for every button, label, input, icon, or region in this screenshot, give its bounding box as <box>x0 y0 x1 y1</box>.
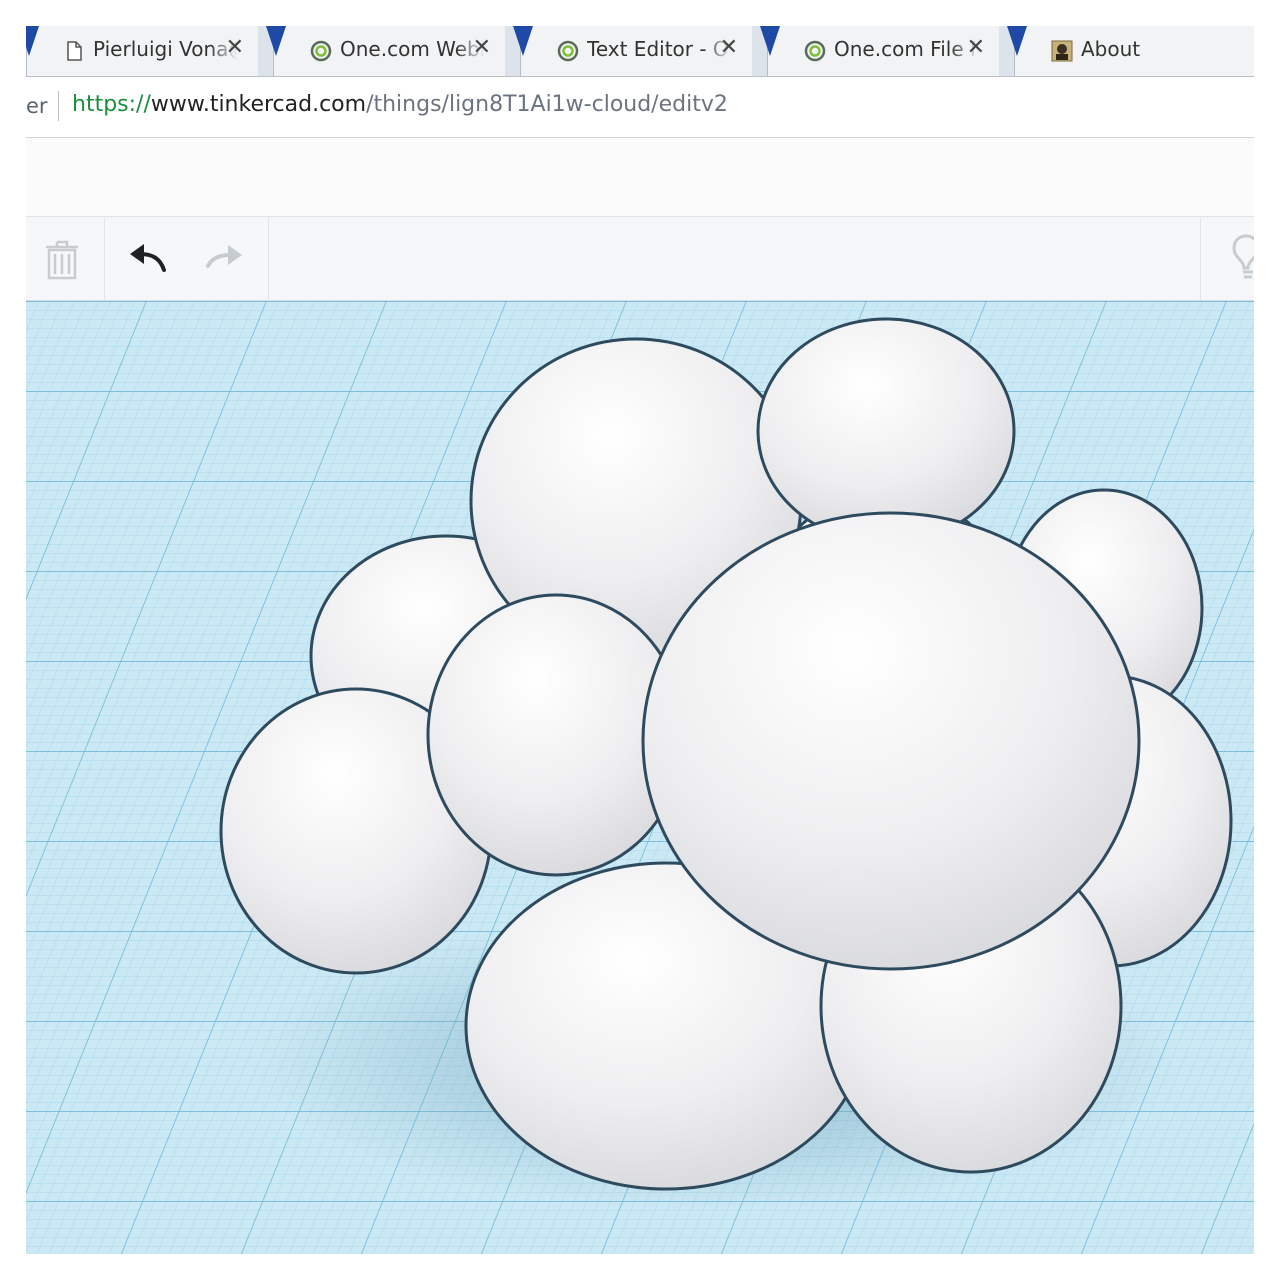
tab-notch <box>760 26 780 56</box>
tab-notch <box>266 26 286 56</box>
url-host: www.tinkercad.com <box>150 92 367 117</box>
toolbar-divider <box>1200 218 1201 300</box>
url-path: /things/lign8T1Ai1w-cloud/editv2 <box>366 92 728 117</box>
onecom-icon <box>310 40 332 62</box>
onecom-icon <box>804 40 826 62</box>
tab-pierluigi-vona[interactable]: Pierluigi Vona@ ✕ <box>26 26 258 76</box>
tab-about[interactable]: About <box>1007 26 1254 76</box>
tab-notch <box>1007 26 1027 56</box>
tab-title: About <box>1081 37 1141 61</box>
toolbar-divider <box>268 218 269 300</box>
document-icon <box>67 41 82 61</box>
cloud-puff <box>756 317 1016 545</box>
workplane-canvas[interactable] <box>26 301 1254 1254</box>
tab-notch <box>513 26 533 56</box>
tab-onecom-file-manager[interactable]: One.com File Ma ✕ <box>760 26 999 76</box>
tab-onecom-webhost[interactable]: One.com Webhost ✕ <box>266 26 505 76</box>
toolbar-divider <box>104 218 105 300</box>
url-field[interactable]: https://www.tinkercad.com/things/lign8T1… <box>72 92 728 117</box>
tab-title: Pierluigi Vona@ <box>93 37 238 61</box>
close-icon[interactable]: ✕ <box>226 37 244 59</box>
tab-title: One.com Webhost <box>340 37 485 61</box>
undo-button[interactable] <box>122 234 170 282</box>
redo-arrow-icon <box>206 245 242 268</box>
tab-title: Text Editor - One <box>587 37 732 61</box>
url-scheme: https:// <box>72 92 151 117</box>
trash-icon <box>46 240 78 280</box>
redo-button[interactable] <box>202 234 250 282</box>
editor-toolbar <box>26 218 1254 301</box>
onecom-icon <box>557 40 579 62</box>
address-bar[interactable]: er https://www.tinkercad.com/things/lign… <box>26 77 1254 138</box>
workplane[interactable] <box>26 301 1254 1254</box>
tab-notch <box>26 26 39 56</box>
app-header <box>26 138 1254 217</box>
undo-arrow-icon <box>130 244 166 272</box>
address-separator <box>58 91 59 121</box>
avatar-icon <box>1051 40 1073 62</box>
address-bar-left-fragment: er <box>26 94 48 118</box>
lightbulb-icon <box>1232 234 1254 279</box>
hint-button[interactable] <box>1222 234 1254 282</box>
tab-title: One.com File Ma <box>834 37 979 61</box>
delete-button[interactable] <box>38 234 86 282</box>
close-icon[interactable]: ✕ <box>473 37 491 59</box>
close-icon[interactable]: ✕ <box>967 37 985 59</box>
tab-strip: Pierluigi Vona@ ✕ One.com Webhost ✕ Text… <box>26 26 1254 77</box>
cloud-puff <box>641 511 1141 971</box>
tab-text-editor[interactable]: Text Editor - One ✕ <box>513 26 752 76</box>
browser-window: Pierluigi Vona@ ✕ One.com Webhost ✕ Text… <box>26 26 1254 1254</box>
close-icon[interactable]: ✕ <box>720 37 738 59</box>
